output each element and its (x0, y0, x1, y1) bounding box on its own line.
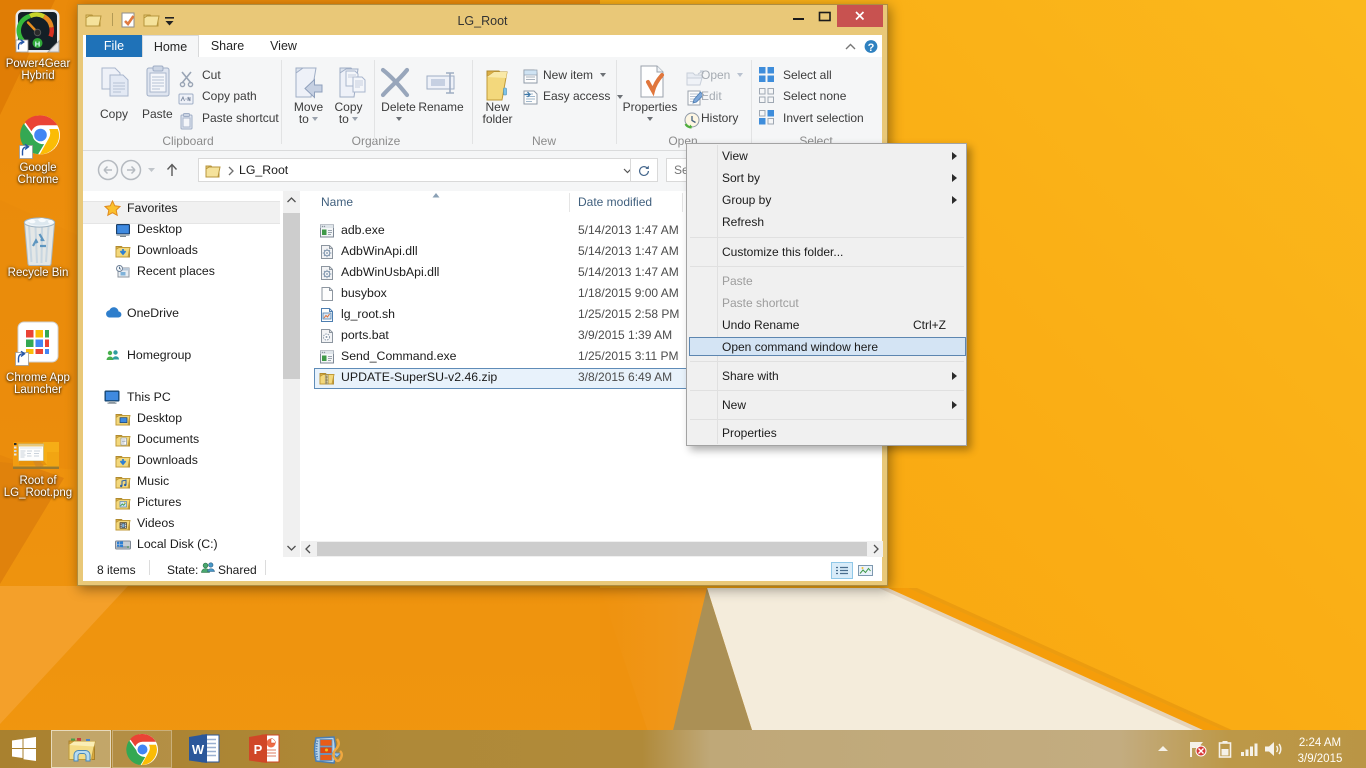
svg-text:P: P (254, 742, 263, 757)
svg-text:H: H (35, 40, 40, 49)
svg-text:W: W (192, 742, 205, 757)
svg-text:?: ? (868, 42, 875, 53)
